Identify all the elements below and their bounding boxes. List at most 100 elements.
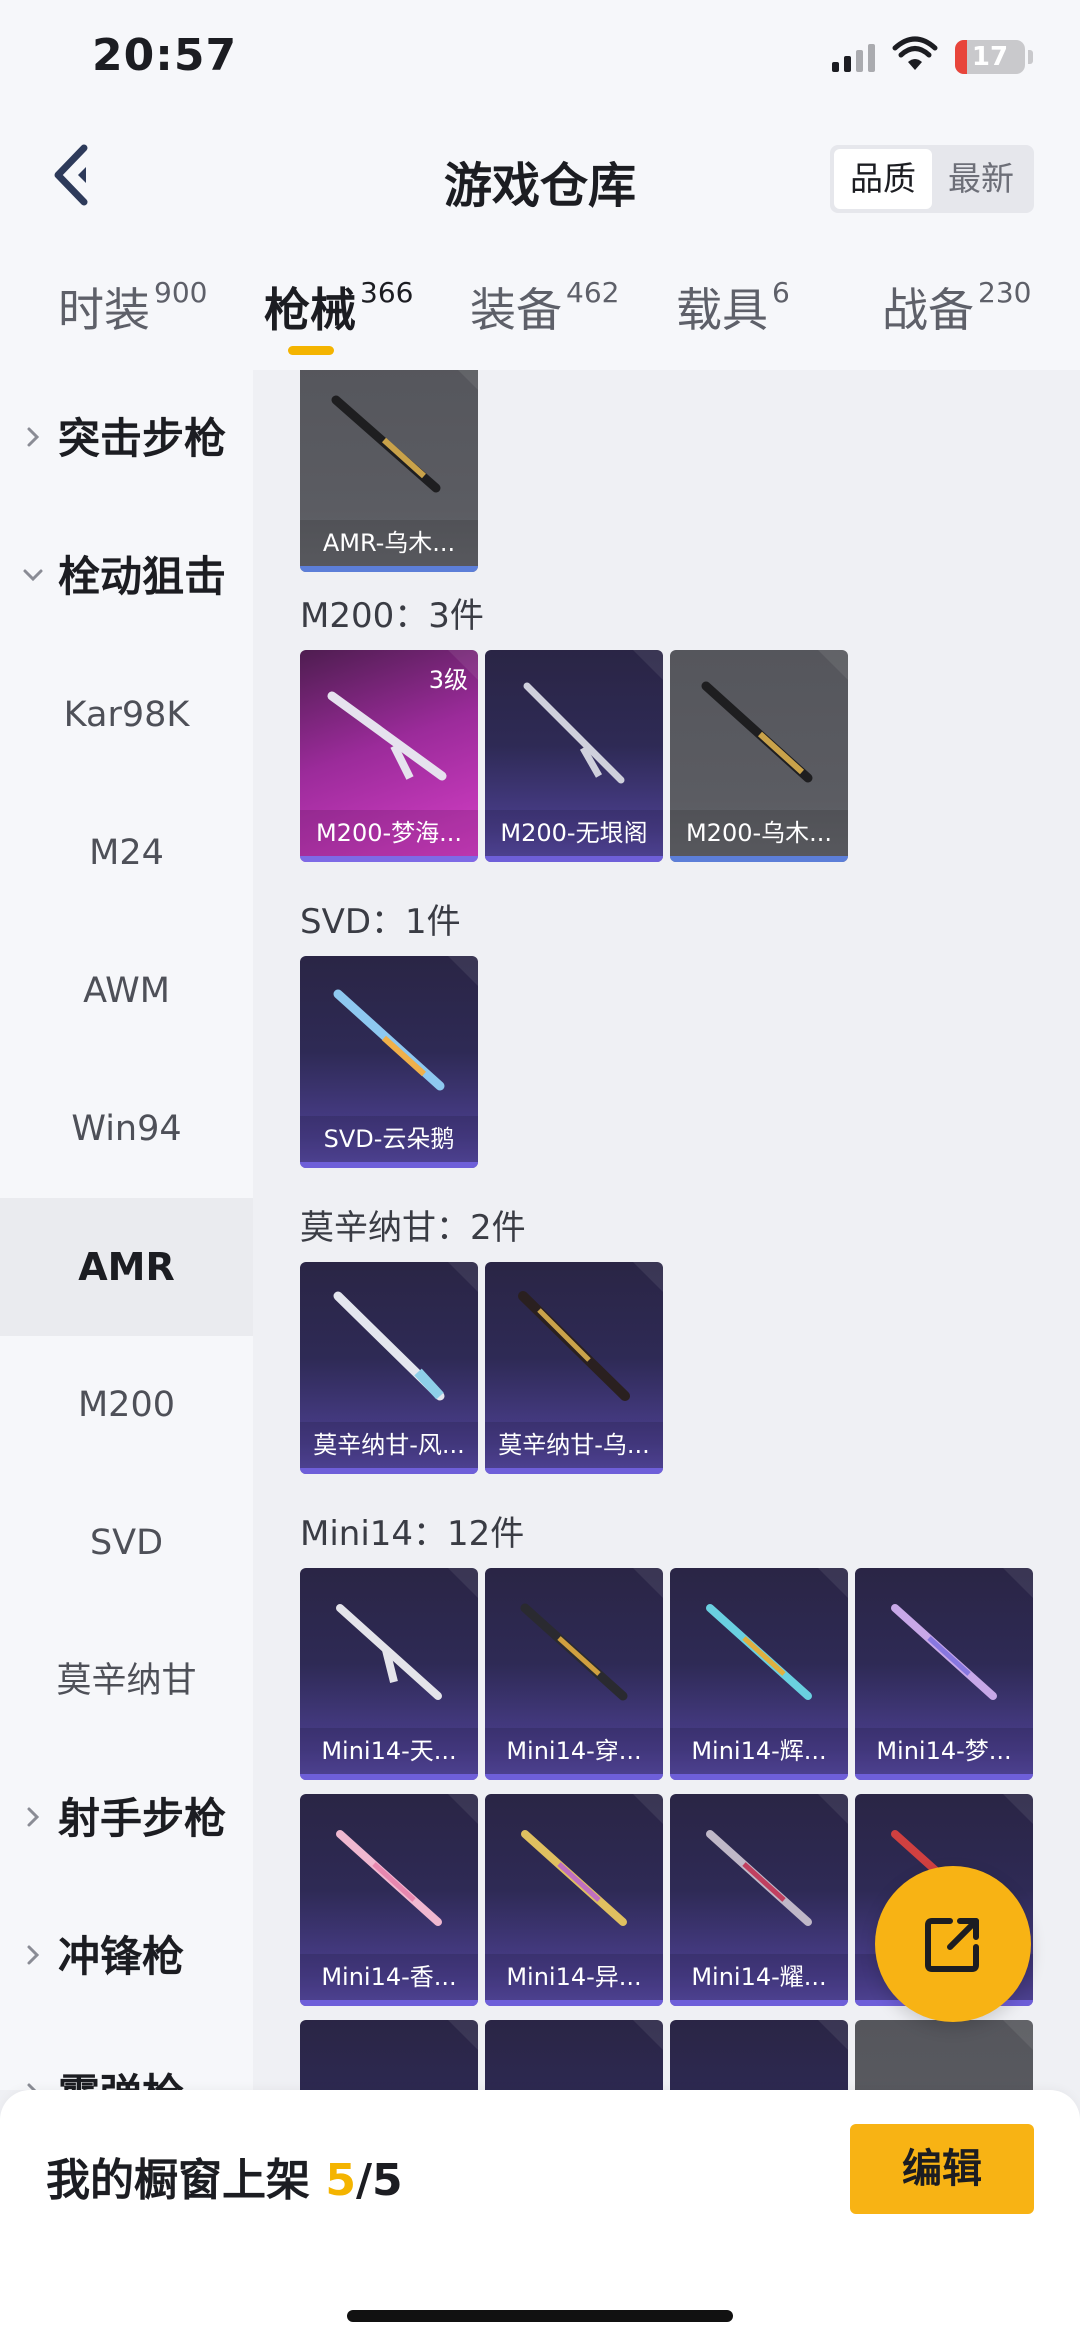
sidebar-item-m200[interactable]: M200: [0, 1336, 253, 1474]
sidebar-item-label: AMR: [78, 1245, 175, 1289]
sidebar-item-label: M24: [89, 833, 164, 873]
item-card[interactable]: M200-无垠阁: [485, 650, 663, 862]
showcase-label: 我的橱窗上架: [46, 2155, 310, 2206]
tab-guns[interactable]: 枪械 366: [264, 274, 413, 344]
rifle-icon: [518, 1291, 630, 1401]
rifle-icon: [327, 691, 447, 781]
item-name: Mini14-梦...: [855, 1728, 1033, 1774]
sidebar-item-bolt-snipers[interactable]: 栓动狙击: [0, 508, 253, 646]
item-card[interactable]: Mini14-香...: [300, 1794, 478, 2006]
tab-count: 6: [772, 276, 790, 309]
battery-icon: 17: [955, 40, 1025, 74]
item-card[interactable]: SVD-云朵鹅: [300, 956, 478, 1168]
active-tab-indicator: [288, 346, 334, 355]
item-card[interactable]: Mini14-异...: [485, 1794, 663, 2006]
tab-supplies[interactable]: 战备 230: [882, 274, 1031, 344]
sort-newest-option[interactable]: 最新: [932, 149, 1030, 209]
sidebar-item-m24[interactable]: M24: [0, 784, 253, 922]
tab-count: 462: [566, 276, 620, 309]
tab-vehicles[interactable]: 载具 6: [676, 274, 790, 344]
sidebar: 突击步枪 栓动狙击 Kar98K M24 AWM Win94 AMR M200 …: [0, 370, 253, 2119]
tab-equipment[interactable]: 装备 462: [470, 274, 619, 344]
sort-quality-option[interactable]: 品质: [834, 149, 932, 209]
tab-label: 载具: [676, 283, 768, 337]
sidebar-item-label: 栓动狙击: [58, 552, 227, 601]
warehouse-screen: 20:57 17 游戏仓库 品质 最新 时装 900 枪械 366 装备 462…: [0, 0, 1080, 2339]
item-card[interactable]: Mini14-天...: [300, 1568, 478, 1780]
sidebar-item-win94[interactable]: Win94: [0, 1060, 253, 1198]
rifle-icon: [331, 395, 441, 493]
rifle-icon: [333, 989, 445, 1091]
item-card[interactable]: AMR-乌木...: [300, 370, 478, 572]
edit-button[interactable]: 编辑: [850, 2124, 1034, 2214]
sidebar-item-svd[interactable]: SVD: [0, 1474, 253, 1612]
item-card[interactable]: Mini14-耀...: [670, 1794, 848, 2006]
tab-fashion[interactable]: 时装 900: [58, 274, 207, 344]
rifle-icon: [701, 681, 813, 783]
tab-label: 时装: [58, 283, 150, 337]
item-name: M200-乌木...: [670, 810, 848, 856]
item-card[interactable]: M200-乌木...: [670, 650, 848, 862]
item-card[interactable]: 3级 M200-梦海...: [300, 650, 478, 862]
chevron-right-icon: [27, 1807, 40, 1827]
item-card[interactable]: [300, 2020, 478, 2090]
section-title: SVD：1件: [300, 902, 461, 942]
item-name: Mini14-天...: [300, 1728, 478, 1774]
tab-count: 366: [360, 276, 414, 309]
home-indicator: [347, 2310, 733, 2322]
cellular-signal-icon: [832, 44, 876, 72]
sidebar-item-label: Kar98K: [63, 695, 190, 735]
rifle-icon: [706, 1604, 812, 1700]
chevron-down-icon: [23, 569, 43, 582]
item-name: SVD-云朵鹅: [300, 1116, 478, 1162]
showcase-total: /5: [355, 2155, 403, 2206]
sidebar-item-label: 射手步枪: [58, 1794, 227, 1843]
sidebar-item-kar98k[interactable]: Kar98K: [0, 646, 253, 784]
sidebar-item-smg[interactable]: 冲锋枪: [0, 1888, 253, 2026]
item-name: Mini14-辉...: [670, 1728, 848, 1774]
rifle-icon: [523, 682, 625, 784]
sort-toggle: 品质 最新: [830, 145, 1034, 213]
rifle-icon: [333, 1291, 445, 1401]
item-name: Mini14-穿...: [485, 1728, 663, 1774]
rifle-icon: [520, 1603, 628, 1701]
tab-label: 枪械: [264, 283, 356, 337]
share-fab-button[interactable]: [875, 1866, 1031, 2022]
item-name: M200-梦海...: [300, 810, 478, 856]
showcase-status: 我的橱窗上架 5/5: [46, 2144, 403, 2208]
showcase-count: 5: [325, 2155, 356, 2206]
section-title: M200：3件: [300, 596, 484, 636]
tab-label: 装备: [470, 283, 562, 337]
item-card[interactable]: Mini14-穿...: [485, 1568, 663, 1780]
item-card[interactable]: [855, 2020, 1033, 2090]
item-card[interactable]: [485, 2020, 663, 2090]
sidebar-item-label: 莫辛纳甘: [56, 1661, 197, 1701]
status-time: 20:57: [92, 30, 238, 81]
item-card[interactable]: Mini14-梦...: [855, 1568, 1033, 1780]
sidebar-item-mosin[interactable]: 莫辛纳甘: [0, 1612, 253, 1750]
rifle-icon: [521, 1830, 627, 1926]
tab-count: 900: [154, 276, 208, 309]
item-name: Mini14-香...: [300, 1954, 478, 2000]
section-title: Mini14：12件: [300, 1514, 525, 1554]
sidebar-item-marksman-rifles[interactable]: 射手步枪: [0, 1750, 253, 1888]
wifi-icon: [892, 36, 938, 70]
chevron-right-icon: [27, 1945, 40, 1965]
item-card[interactable]: Mini14-辉...: [670, 1568, 848, 1780]
sidebar-item-amr[interactable]: AMR: [0, 1198, 253, 1336]
sidebar-item-awm[interactable]: AWM: [0, 922, 253, 1060]
tab-count: 230: [978, 276, 1032, 309]
sidebar-item-assault-rifles[interactable]: 突击步枪: [0, 370, 253, 508]
item-card[interactable]: 莫辛纳甘-乌...: [485, 1262, 663, 1474]
item-card[interactable]: [670, 2020, 848, 2090]
battery-level: 17: [971, 42, 1009, 72]
section-title: 莫辛纳甘：2件: [300, 1208, 526, 1248]
item-name: Mini14-耀...: [670, 1954, 848, 2000]
item-grid: AMR-乌木... M200：3件 3级 M200-梦海... M200-无垠阁…: [253, 370, 1080, 2090]
sidebar-item-label: 冲锋枪: [58, 1932, 185, 1981]
sidebar-item-label: 突击步枪: [58, 414, 227, 463]
item-card[interactable]: 莫辛纳甘-风...: [300, 1262, 478, 1474]
item-name: Mini14-异...: [485, 1954, 663, 2000]
item-name: 莫辛纳甘-乌...: [485, 1422, 663, 1468]
tab-label: 战备: [882, 283, 974, 337]
